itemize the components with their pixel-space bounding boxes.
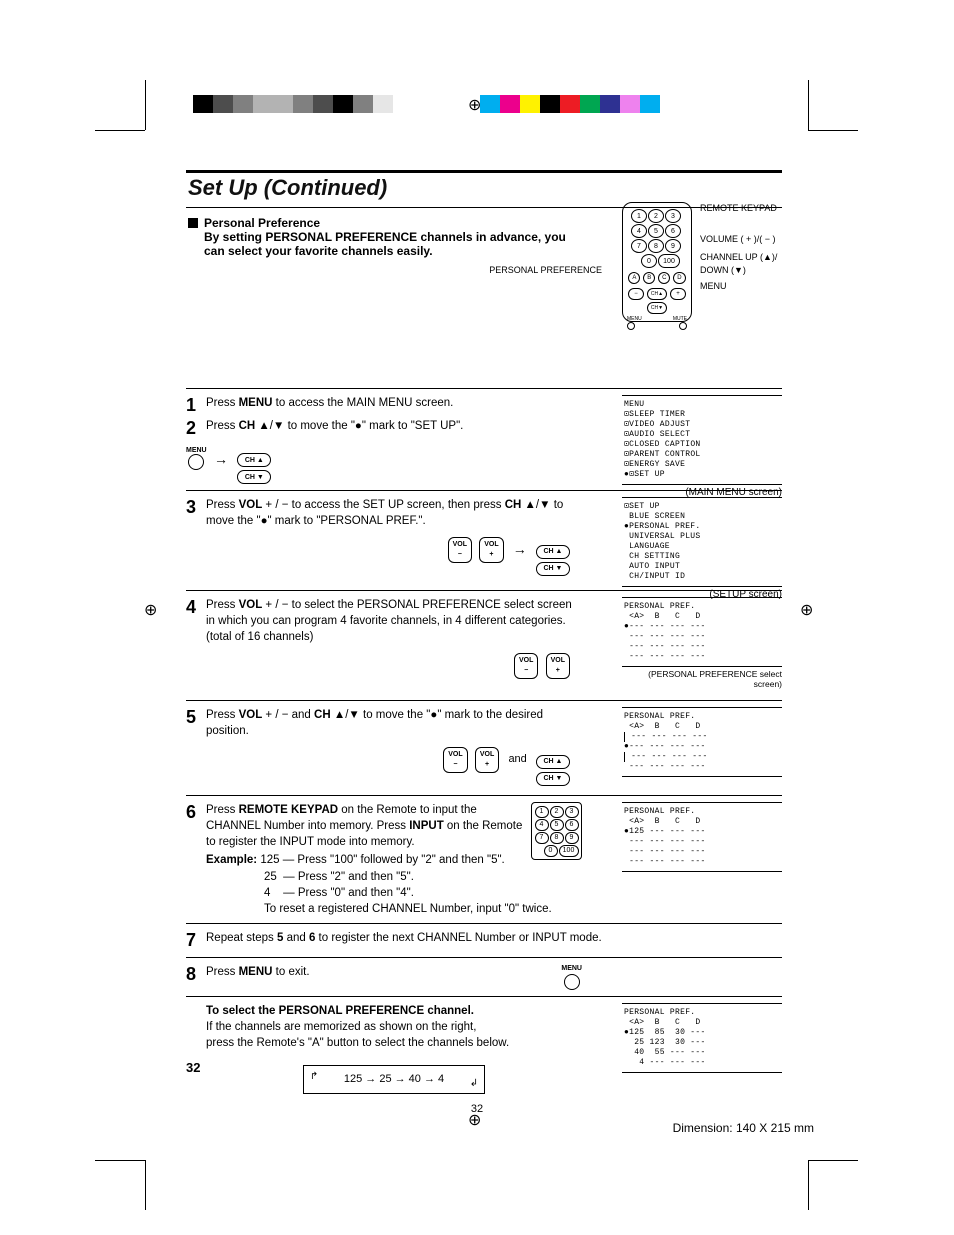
keypad-6: 6 [665, 224, 681, 238]
keypad-8: 8 [648, 239, 664, 253]
channel-cycle-box: ↱ 125 → 25 → 40 → 4 ↲ [303, 1065, 485, 1094]
remote-outline: 123 456 789 0100 ABCD − CH▲ + CH▼ MENUMU… [622, 202, 692, 322]
control-illustration: VOL− VOL+ → CH ▲ CH ▼ [206, 537, 582, 576]
keypad-2: 2 [648, 209, 664, 223]
step-5: 5 Press VOL + / − and CH ▲/▼ to move the… [186, 700, 782, 795]
registration-mark-icon: ⊕ [800, 600, 813, 620]
keypad-4: 4 [631, 224, 647, 238]
keypad-diagram: 123 456 789 0100 [531, 802, 582, 860]
vol-minus-button: VOL− [448, 537, 472, 563]
keypad-1: 1 [631, 209, 647, 223]
step-7: 7 Repeat steps 5 and 6 to register the n… [186, 923, 782, 957]
vol-minus-button: VOL− [443, 747, 467, 773]
vol-minus-button: VOL− [514, 653, 538, 679]
manual-page: ⊕ ⊕ ⊕ ⊕ Set Up (Continued) Personal Pref… [0, 0, 954, 1235]
keypad-7: 7 [631, 239, 647, 253]
remote-diagram: 123 456 789 0100 ABCD − CH▲ + CH▼ MENUMU… [612, 202, 782, 322]
vol-plus-button: VOL+ [479, 537, 503, 563]
vol-plus-button: VOL+ [475, 747, 499, 773]
remote-callout-labels: REMOTE KEYPAD VOLUME ( + )/( − ) CHANNEL… [700, 202, 780, 293]
keypad-5: 5 [648, 224, 664, 238]
osd-pp-entered: PERSONAL PREF. <A> B C D ●125 --- --- --… [622, 802, 782, 872]
step-1-2: 1 Press MENU to access the MAIN MENU scr… [186, 388, 782, 490]
step-number: 6 [186, 802, 206, 917]
step-number: 3 [186, 497, 206, 584]
ch-down-button: CH ▼ [237, 470, 271, 484]
callout-personal-preference: PERSONAL PREFERENCE [489, 265, 602, 275]
control-illustration: MENU → CH ▲ CH ▼ [186, 447, 473, 484]
select-heading: To select the PERSONAL PREFERENCE channe… [206, 1005, 474, 1017]
step-8: 8 Press MENU to exit. MENU [186, 957, 782, 996]
step-number: 2 [186, 418, 206, 439]
control-illustration: VOL− VOL+ and CH ▲ CH ▼ [206, 747, 582, 786]
osd-main-menu: MENU ⊡SLEEP TIMER ⊡VIDEO ADJUST ⊡AUDIO S… [622, 395, 782, 498]
osd-pp-select: PERSONAL PREF. <A> B C D ●--- --- --- --… [622, 597, 782, 689]
step-body: Press MENU to access the MAIN MENU scree… [206, 395, 473, 416]
menu-button-icon [564, 974, 580, 990]
step-number: 7 [186, 930, 206, 951]
osd-setup: ⊡SET UP BLUE SCREEN ●PERSONAL PREF. UNIV… [622, 497, 782, 600]
keypad-9: 9 [665, 239, 681, 253]
page-number: 32 [186, 1060, 200, 1075]
control-illustration: VOL− VOL+ [206, 653, 582, 679]
step-4: 4 Press VOL + / − to select the PERSONAL… [186, 590, 782, 700]
step-body: Press MENU to exit. MENU [206, 964, 782, 990]
keypad-100: 100 [658, 254, 680, 268]
steps-list: 1 Press MENU to access the MAIN MENU scr… [186, 388, 782, 1106]
keypad-3: 3 [665, 209, 681, 223]
menu-button-icon [188, 454, 204, 470]
step-3: 3 Press VOL + / − to access the SET UP s… [186, 490, 782, 590]
step-body: Repeat steps 5 and 6 to register the nex… [206, 930, 782, 951]
step-body: Press CH ▲/▼ to move the "●" mark to "SE… [206, 418, 473, 439]
step-number: 8 [186, 964, 206, 990]
example-block: Example: 125 — Press "100" followed by "… [206, 852, 582, 916]
step-number: 5 [186, 707, 206, 789]
step-6: 6 123 456 789 0100 Press REMOTE KEYPAD o… [186, 795, 782, 923]
registration-mark-icon: ⊕ [468, 95, 481, 115]
page-dimension: Dimension: 140 X 215 mm [673, 1121, 814, 1135]
osd-pp-position: PERSONAL PREF. <A> B C D --- --- --- ---… [622, 707, 782, 777]
intro-heading: Personal Preference [204, 216, 320, 230]
bullet-square-icon [188, 218, 198, 228]
vol-plus-button: VOL+ [546, 653, 570, 679]
ch-down-button: CH ▼ [536, 562, 570, 576]
arrow-right-icon: → [513, 541, 527, 557]
select-channel-section: To select the PERSONAL PREFERENCE channe… [186, 996, 782, 1106]
section-title: Set Up (Continued) [188, 175, 387, 200]
step-number: 1 [186, 395, 206, 416]
ch-up-button: CH ▲ [536, 545, 570, 559]
ch-down-button: CH ▼ [536, 772, 570, 786]
step-number: 4 [186, 597, 206, 694]
ch-up-button: CH ▲ [536, 755, 570, 769]
keypad-0: 0 [641, 254, 657, 268]
footer-page-number: 32 [0, 1103, 954, 1115]
intro-text: Personal Preference By setting PERSONAL … [204, 216, 584, 258]
page-content: Set Up (Continued) Personal Preference B… [186, 170, 782, 1106]
arrow-right-icon: → [214, 451, 228, 467]
registration-mark-icon: ⊕ [144, 600, 157, 620]
osd-pp-memorized: PERSONAL PREF. <A> B C D ●125 85 30 --- … [622, 1003, 782, 1073]
ch-up-button: CH ▲ [237, 453, 271, 467]
